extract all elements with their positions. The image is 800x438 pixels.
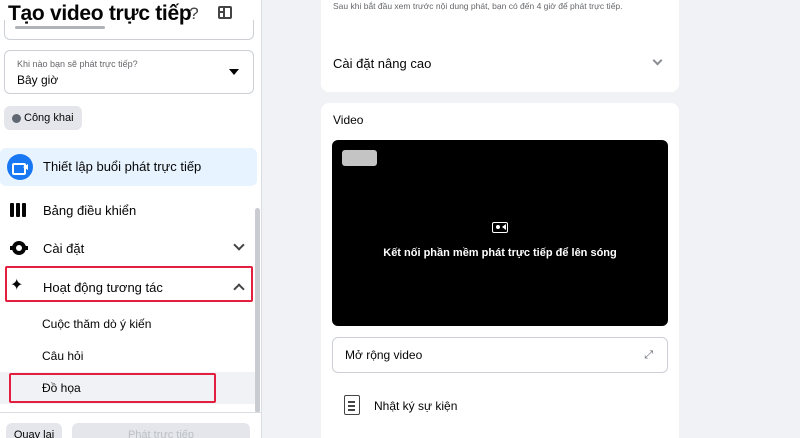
nav-item-label: Thiết lập buổi phát trực tiếp — [43, 159, 202, 174]
nav-item-label: Bảng điều khiển — [43, 203, 137, 218]
sub-item-polls[interactable]: Cuộc thăm dò ý kiến — [0, 308, 257, 340]
sidebar-footer: Quay lại Phát trực tiếp — [0, 412, 261, 438]
globe-icon — [12, 113, 21, 123]
partial-text — [15, 26, 105, 29]
expand-video-label: Mở rộng video — [345, 348, 423, 362]
highlight-box-interactivity — [5, 266, 253, 302]
privacy-label: Công khai — [24, 112, 74, 124]
highlight-box-graphics — [9, 373, 216, 403]
video-status-pill — [342, 150, 377, 166]
expand-icon: ⤢ — [644, 349, 653, 361]
schedule-select-value: Bây giờ — [17, 73, 59, 87]
caret-down-icon — [229, 69, 239, 75]
document-icon — [344, 395, 360, 415]
sub-item-questions[interactable]: Câu hỏi — [0, 340, 257, 372]
nav-item-setup[interactable]: Thiết lập buổi phát trực tiếp — [0, 148, 257, 186]
privacy-button[interactable]: Công khai — [4, 106, 82, 130]
video-camera-icon — [492, 222, 508, 233]
nav-item-settings[interactable]: Cài đặt — [0, 229, 257, 267]
sidebar: Tạo video trực tiếp ? Khi nào bạn sẽ phá… — [0, 0, 262, 438]
event-log-row[interactable]: Nhật ký sự kiện — [332, 389, 668, 425]
partial-input-field[interactable] — [4, 20, 254, 40]
video-camera-icon — [7, 154, 33, 180]
connect-software-message: Kết nối phần mềm phát trực tiếp để lên s… — [383, 247, 617, 259]
go-live-button[interactable]: Phát trực tiếp — [72, 423, 250, 438]
advanced-settings-label[interactable]: Cài đặt nâng cao — [333, 56, 431, 71]
nav-item-dashboard[interactable]: Bảng điều khiển — [0, 191, 257, 229]
preview-time-note: Sau khi bắt đầu xem trước nội dung phát,… — [333, 1, 623, 11]
columns-icon — [10, 201, 28, 219]
nav-item-label: Cài đặt — [43, 241, 85, 256]
video-preview: Kết nối phần mềm phát trực tiếp để lên s… — [332, 140, 668, 326]
sub-item-label: Câu hỏi — [42, 349, 84, 363]
advanced-settings-card: Sau khi bắt đầu xem trước nội dung phát,… — [321, 0, 679, 92]
schedule-select[interactable]: Khi nào bạn sẽ phát trực tiếp? Bây giờ — [4, 50, 254, 94]
chevron-down-icon[interactable] — [652, 55, 663, 66]
layout-toggle-icon[interactable] — [218, 6, 232, 19]
sidebar-scrollbar[interactable] — [255, 208, 260, 413]
gear-icon — [10, 241, 28, 255]
video-heading: Video — [333, 113, 364, 127]
chevron-down-icon — [233, 239, 245, 251]
sub-item-label: Cuộc thăm dò ý kiến — [42, 317, 152, 331]
schedule-select-label: Khi nào bạn sẽ phát trực tiếp? — [17, 59, 138, 69]
event-log-label: Nhật ký sự kiện — [374, 399, 458, 413]
video-card: Video Kết nối phần mềm phát trực tiếp để… — [321, 103, 679, 438]
expand-video-button[interactable]: Mở rộng video ⤢ — [332, 337, 668, 373]
back-button[interactable]: Quay lại — [6, 423, 62, 438]
